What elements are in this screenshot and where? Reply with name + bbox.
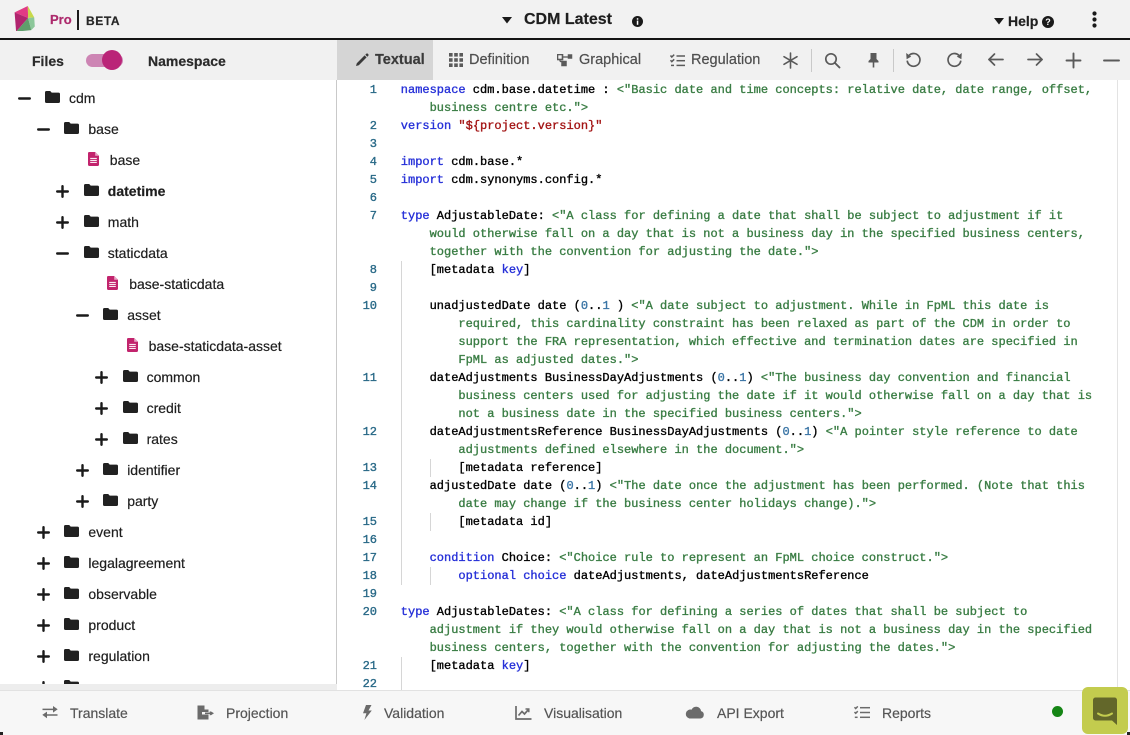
svg-text:?: ? [1045, 17, 1051, 27]
